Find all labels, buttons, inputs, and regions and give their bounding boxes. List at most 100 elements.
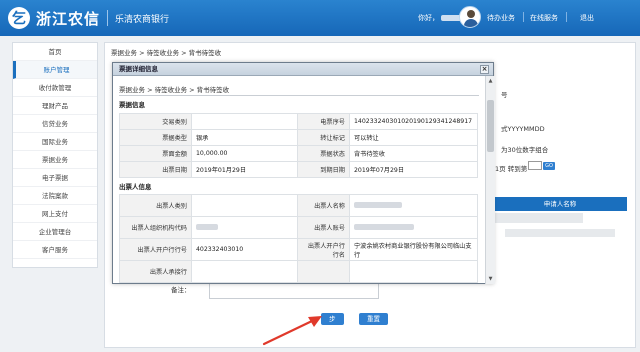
link-divider <box>523 12 524 22</box>
redacted-cell <box>493 213 583 223</box>
logout-link[interactable]: 退出 <box>580 13 594 23</box>
label-cell: 票面金额 <box>119 145 192 162</box>
logo-icon: 乞 <box>8 7 30 29</box>
value-cell: 宁波余姚农村商业银行股份有限公司临山支行 <box>349 238 478 261</box>
value-cell: 可以转让 <box>349 129 478 146</box>
pagination-text: 1页 转到第 <box>495 165 528 173</box>
label-cell: 电票序号 <box>297 113 350 130</box>
value-cell: 银承 <box>191 129 298 146</box>
avatar-head <box>467 10 475 18</box>
redacted-value <box>354 224 414 230</box>
table-row: 票据类型 银承 转让标记 可以转让 <box>119 129 478 146</box>
modal-body: 票据业务 > 待签收业务 > 背书待签收 票据信息 交易类别 电票序号 1402… <box>113 76 495 284</box>
table-row: 出票人开户行行号 402332403010 出票人开户行行名 宁波余姚农村商业银… <box>119 238 478 261</box>
value-cell: 2019年01月29日 <box>191 161 298 178</box>
table-row: 票面金额 10,000.00 票据状态 背书待签收 <box>119 145 478 162</box>
remark-label: 备注： <box>171 286 191 294</box>
hint-text: 号 <box>501 91 508 99</box>
label-cell: 出票人开户行行名 <box>297 238 350 261</box>
modal-scrollbar[interactable]: ▲ ▼ <box>485 76 495 284</box>
bill-info-title: 票据信息 <box>119 101 145 109</box>
top-header: 乞 浙江农信 乐清农商银行 你好， 待办业务 在线服务 退出 <box>0 0 640 36</box>
sidebar-item-bills[interactable]: 票据业务 <box>13 151 97 169</box>
hint-text: 式YYYYMMDD <box>501 125 545 133</box>
sidebar-item-payments[interactable]: 收付款管理 <box>13 79 97 97</box>
avatar-body <box>464 19 478 27</box>
branch-name: 乐清农商银行 <box>115 14 170 25</box>
redacted-value <box>196 224 218 230</box>
modal-breadcrumb: 票据业务 > 待签收业务 > 背书待签收 <box>119 86 230 94</box>
value-cell: 140233240301020190129341248917 <box>349 113 478 130</box>
sidebar-item-account[interactable]: 账户管理 <box>13 61 97 79</box>
sidebar-nav: 首页 账户管理 收付款管理 理财产品 信贷业务 国际业务 票据业务 电子票据 法… <box>12 42 98 268</box>
breadcrumb: 票据业务 > 待签收业务 > 背书待签收 <box>111 49 222 57</box>
label-cell: 转让标记 <box>297 129 350 146</box>
label-cell: 出票日期 <box>119 161 192 178</box>
label-cell: 出票人承接行 <box>119 260 192 283</box>
sidebar-item-international[interactable]: 国际业务 <box>13 133 97 151</box>
value-cell <box>349 194 478 217</box>
sidebar-item-online-pay[interactable]: 网上支付 <box>13 205 97 223</box>
table-row: 出票人组织机构代码 出票人账号 <box>119 216 478 239</box>
sidebar-item-wealth[interactable]: 理财产品 <box>13 97 97 115</box>
label-cell <box>297 260 350 283</box>
value-cell <box>349 216 478 239</box>
greeting-text: 你好， <box>418 14 439 22</box>
divider <box>119 95 479 96</box>
value-cell: 2019年07月29日 <box>349 161 478 178</box>
label-cell: 到期日期 <box>297 161 350 178</box>
drawer-info-table: 出票人类别 出票人名称 出票人组织机构代码 出票人账号 出票人开户行行号 402… <box>119 194 478 283</box>
label-cell: 交易类别 <box>119 113 192 130</box>
bill-detail-modal: 票据详细信息 × 票据业务 > 待签收业务 > 背书待签收 票据信息 交易类别 … <box>112 62 495 284</box>
todo-link[interactable]: 待办业务 <box>487 13 515 23</box>
label-cell: 出票人类别 <box>119 194 192 217</box>
value-cell <box>191 216 298 239</box>
label-cell: 出票人名称 <box>297 194 350 217</box>
submit-button[interactable]: 步 <box>321 313 344 325</box>
label-cell: 票据状态 <box>297 145 350 162</box>
bank-name: 浙江农信 <box>36 9 101 28</box>
link-divider <box>566 12 567 22</box>
redacted-value <box>354 202 402 208</box>
scroll-thumb[interactable] <box>487 100 494 152</box>
value-cell <box>191 194 298 217</box>
red-arrow-annotation <box>262 316 322 346</box>
bill-info-table: 交易类别 电票序号 140233240301020190129341248917… <box>119 113 478 178</box>
modal-title: 票据详细信息 <box>119 65 158 73</box>
value-cell <box>191 260 298 283</box>
logo-divider <box>107 10 109 26</box>
bank-logo[interactable]: 乞 浙江农信 乐清农商银行 <box>8 7 169 29</box>
avatar[interactable] <box>459 6 481 28</box>
sidebar-item-customer-service[interactable]: 客户服务 <box>13 241 97 259</box>
hint-text: 为30位数字组合 <box>501 146 549 154</box>
label-cell: 票据类型 <box>119 129 192 146</box>
online-service-link[interactable]: 在线服务 <box>530 13 558 23</box>
sidebar-item-ebills[interactable]: 电子票据 <box>13 169 97 187</box>
label-cell: 出票人开户行行号 <box>119 238 192 261</box>
table-row: 出票人承接行 <box>119 260 478 283</box>
sidebar-item-court[interactable]: 法院案款 <box>13 187 97 205</box>
scroll-down-icon[interactable]: ▼ <box>487 275 494 283</box>
arrow-shaft <box>262 319 314 346</box>
table-row: 出票日期 2019年01月29日 到期日期 2019年07月29日 <box>119 161 478 178</box>
redacted-cell <box>505 229 615 237</box>
modal-titlebar: 票据详细信息 × <box>113 63 493 76</box>
page-input[interactable] <box>528 161 542 170</box>
sidebar-item-enterprise[interactable]: 企业管理台 <box>13 223 97 241</box>
value-cell <box>191 113 298 130</box>
value-cell <box>349 260 478 283</box>
label-cell: 出票人组织机构代码 <box>119 216 192 239</box>
reset-button[interactable]: 重置 <box>359 313 388 325</box>
table-header-applicant: 申请人名称 <box>493 197 627 211</box>
value-cell: 402332403010 <box>191 238 298 261</box>
table-row: 出票人类别 出票人名称 <box>119 194 478 217</box>
label-cell: 出票人账号 <box>297 216 350 239</box>
sidebar-item-credit[interactable]: 信贷业务 <box>13 115 97 133</box>
scroll-up-icon[interactable]: ▲ <box>487 77 494 85</box>
close-icon[interactable]: × <box>480 65 489 74</box>
value-cell: 背书待签收 <box>349 145 478 162</box>
drawer-info-title: 出票人信息 <box>119 183 152 191</box>
value-cell: 10,000.00 <box>191 145 298 162</box>
sidebar-item-home[interactable]: 首页 <box>13 43 97 61</box>
go-button[interactable]: GO <box>543 162 555 170</box>
